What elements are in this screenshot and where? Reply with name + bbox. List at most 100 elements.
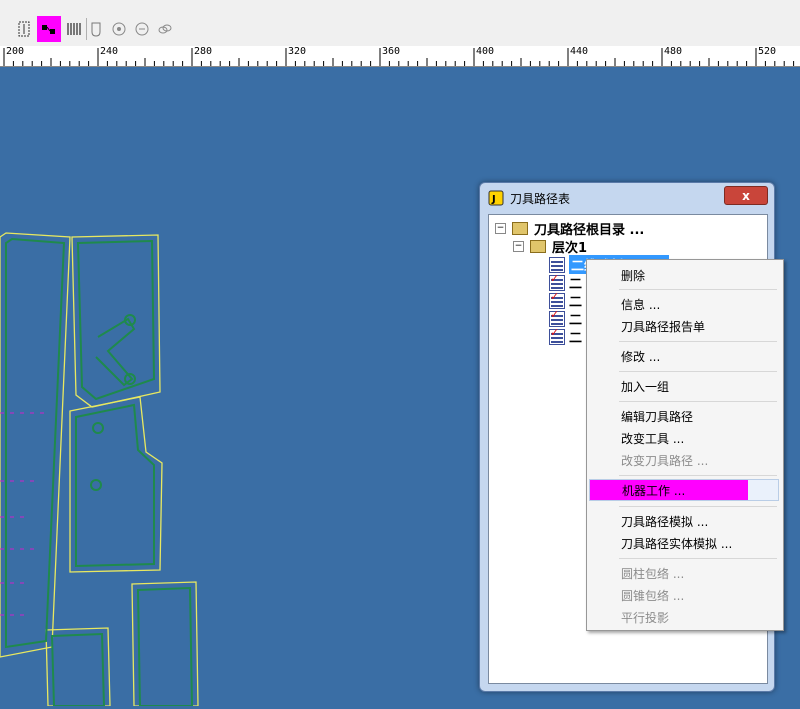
- select-icon[interactable]: [12, 16, 36, 42]
- ruler-label: 240: [100, 46, 119, 57]
- comb-icon[interactable]: [62, 16, 86, 42]
- tree-item[interactable]: 二: [569, 292, 583, 310]
- gear-icon-svg: [112, 22, 126, 36]
- collapse-icon[interactable]: −: [495, 222, 506, 234]
- menu-item-add-group[interactable]: 加入一组: [589, 375, 779, 397]
- link-icon-svg: [158, 24, 172, 34]
- tree-layer[interactable]: − 层次1: [513, 238, 588, 256]
- gear2-icon-svg: [135, 22, 149, 36]
- toolpath-letter-mid: [69, 396, 163, 573]
- menu-item-simulate[interactable]: 刀具路径模拟 ...: [589, 510, 779, 532]
- tree-item[interactable]: 二: [569, 274, 583, 292]
- menu-item-modify[interactable]: 修改 ...: [589, 345, 779, 367]
- snap-icon-svg: [42, 25, 55, 34]
- menu-separator: [619, 371, 777, 372]
- dialog-title: 刀具路径表: [510, 191, 571, 206]
- tree-layer-label: 层次1: [552, 240, 588, 256]
- inner-letter-top: [76, 239, 156, 401]
- rapid-moves: [0, 412, 50, 616]
- cup-icon[interactable]: [84, 16, 108, 42]
- toolpath-icon: ✓: [549, 290, 565, 309]
- ruler-label: 280: [194, 46, 213, 57]
- ruler-label: 440: [570, 46, 589, 57]
- close-icon: x: [742, 188, 750, 203]
- menu-item-label: 删除: [621, 268, 646, 283]
- toolpath-block-2: [45, 627, 111, 707]
- ruler-label: 320: [288, 46, 307, 57]
- menu-item-report[interactable]: 刀具路径报告单: [589, 315, 779, 337]
- tree-item-label: 二: [569, 312, 583, 328]
- menu-item-label: 圆柱包络 ...: [621, 566, 685, 581]
- snap-icon[interactable]: [37, 16, 61, 42]
- menu-item-label: 加入一组: [621, 379, 670, 394]
- menu-item-cone-wrap: 圆锥包络 ...: [589, 584, 779, 606]
- svg-text:J: J: [491, 194, 496, 205]
- menu-item-edit-toolpath[interactable]: 编辑刀具路径: [589, 405, 779, 427]
- toolpath-icon: ✓: [549, 308, 565, 327]
- tree-item-label: 二: [569, 276, 583, 292]
- inner-letter-mid: [75, 403, 155, 568]
- toolpath-icon: [549, 257, 565, 273]
- cup-icon-svg: [91, 22, 101, 37]
- menu-item-label: 刀具路径实体模拟 ...: [621, 536, 733, 551]
- close-button[interactable]: x: [724, 186, 768, 205]
- menu-item-label: 修改 ...: [621, 349, 661, 364]
- tree-root[interactable]: − 刀具路径根目录 ...: [495, 220, 645, 238]
- menu-separator: [619, 475, 777, 476]
- gear-icon[interactable]: [107, 16, 131, 42]
- tree-item[interactable]: 二: [569, 328, 583, 346]
- tree-item-label: 二: [569, 294, 583, 310]
- inner-block: [136, 586, 194, 707]
- toolpath-icon: ✓: [549, 326, 565, 345]
- ruler-label: 520: [758, 46, 777, 57]
- menu-item-label: 改变工具 ...: [621, 431, 685, 446]
- collapse-icon[interactable]: −: [513, 240, 524, 252]
- path-node: [92, 422, 104, 434]
- folder-icon: [512, 221, 528, 235]
- menu-separator: [619, 558, 777, 559]
- comb-icon-svg: [67, 23, 81, 35]
- toolpath-block: [131, 581, 199, 707]
- tree-item-label: 二: [569, 330, 583, 346]
- menu-item-change-tool[interactable]: 改变工具 ...: [589, 427, 779, 449]
- ruler-label: 360: [382, 46, 401, 57]
- app-icon: J: [488, 190, 504, 206]
- gear2-icon[interactable]: [130, 16, 154, 42]
- menu-item-label: 机器工作 ...: [622, 483, 686, 498]
- toolpath-strip: [0, 232, 71, 658]
- path-node: [90, 479, 102, 491]
- menu-item-label: 编辑刀具路径: [621, 409, 694, 424]
- menu-item-label: 刀具路径报告单: [621, 319, 706, 334]
- menu-item-label: 圆锥包络 ...: [621, 588, 685, 603]
- menu-item-delete[interactable]: 删除: [589, 264, 779, 286]
- menu-item-label: 信息 ...: [621, 297, 661, 312]
- menu-separator: [619, 401, 777, 402]
- layer-folder-icon: [530, 239, 546, 253]
- toolpath-icon: ✓: [549, 272, 565, 291]
- ruler-label: 480: [664, 46, 683, 57]
- tree-item[interactable]: 二: [569, 310, 583, 328]
- toolbar: [0, 12, 800, 47]
- menu-item-cylinder-wrap: 圆柱包络 ...: [589, 562, 779, 584]
- ruler-label: 200: [6, 46, 25, 57]
- menu-separator: [619, 341, 777, 342]
- menu-separator: [619, 506, 777, 507]
- menu-separator: [619, 289, 777, 290]
- inner-block-2: [50, 632, 106, 707]
- menu-item-parallel-projection: 平行投影: [589, 606, 779, 628]
- menu-item-label: 平行投影: [621, 610, 670, 625]
- select-icon-svg: [18, 21, 30, 37]
- menu-item-info[interactable]: 信息 ...: [589, 293, 779, 315]
- menu-item-machine-work[interactable]: 机器工作 ...: [589, 479, 779, 501]
- menu-item-solid-simulate[interactable]: 刀具路径实体模拟 ...: [589, 532, 779, 554]
- toolpath-inner: [5, 237, 194, 707]
- horizontal-ruler: 200 240 280 320 360 400 440 480 520: [0, 46, 800, 67]
- menu-item-label: 改变刀具路径 ...: [621, 453, 709, 468]
- menu-item-label: 刀具路径模拟 ...: [621, 514, 709, 529]
- link-icon[interactable]: [153, 16, 177, 42]
- context-menu: 删除 信息 ... 刀具路径报告单 修改 ... 加入一组 编辑刀具路径 改变工…: [586, 259, 784, 631]
- menu-item-change-toolpath: 改变刀具路径 ...: [589, 449, 779, 471]
- ruler-label: 400: [476, 46, 495, 57]
- tree-root-label: 刀具路径根目录 ...: [534, 222, 645, 238]
- dialog-titlebar: J 刀具路径表: [488, 189, 570, 207]
